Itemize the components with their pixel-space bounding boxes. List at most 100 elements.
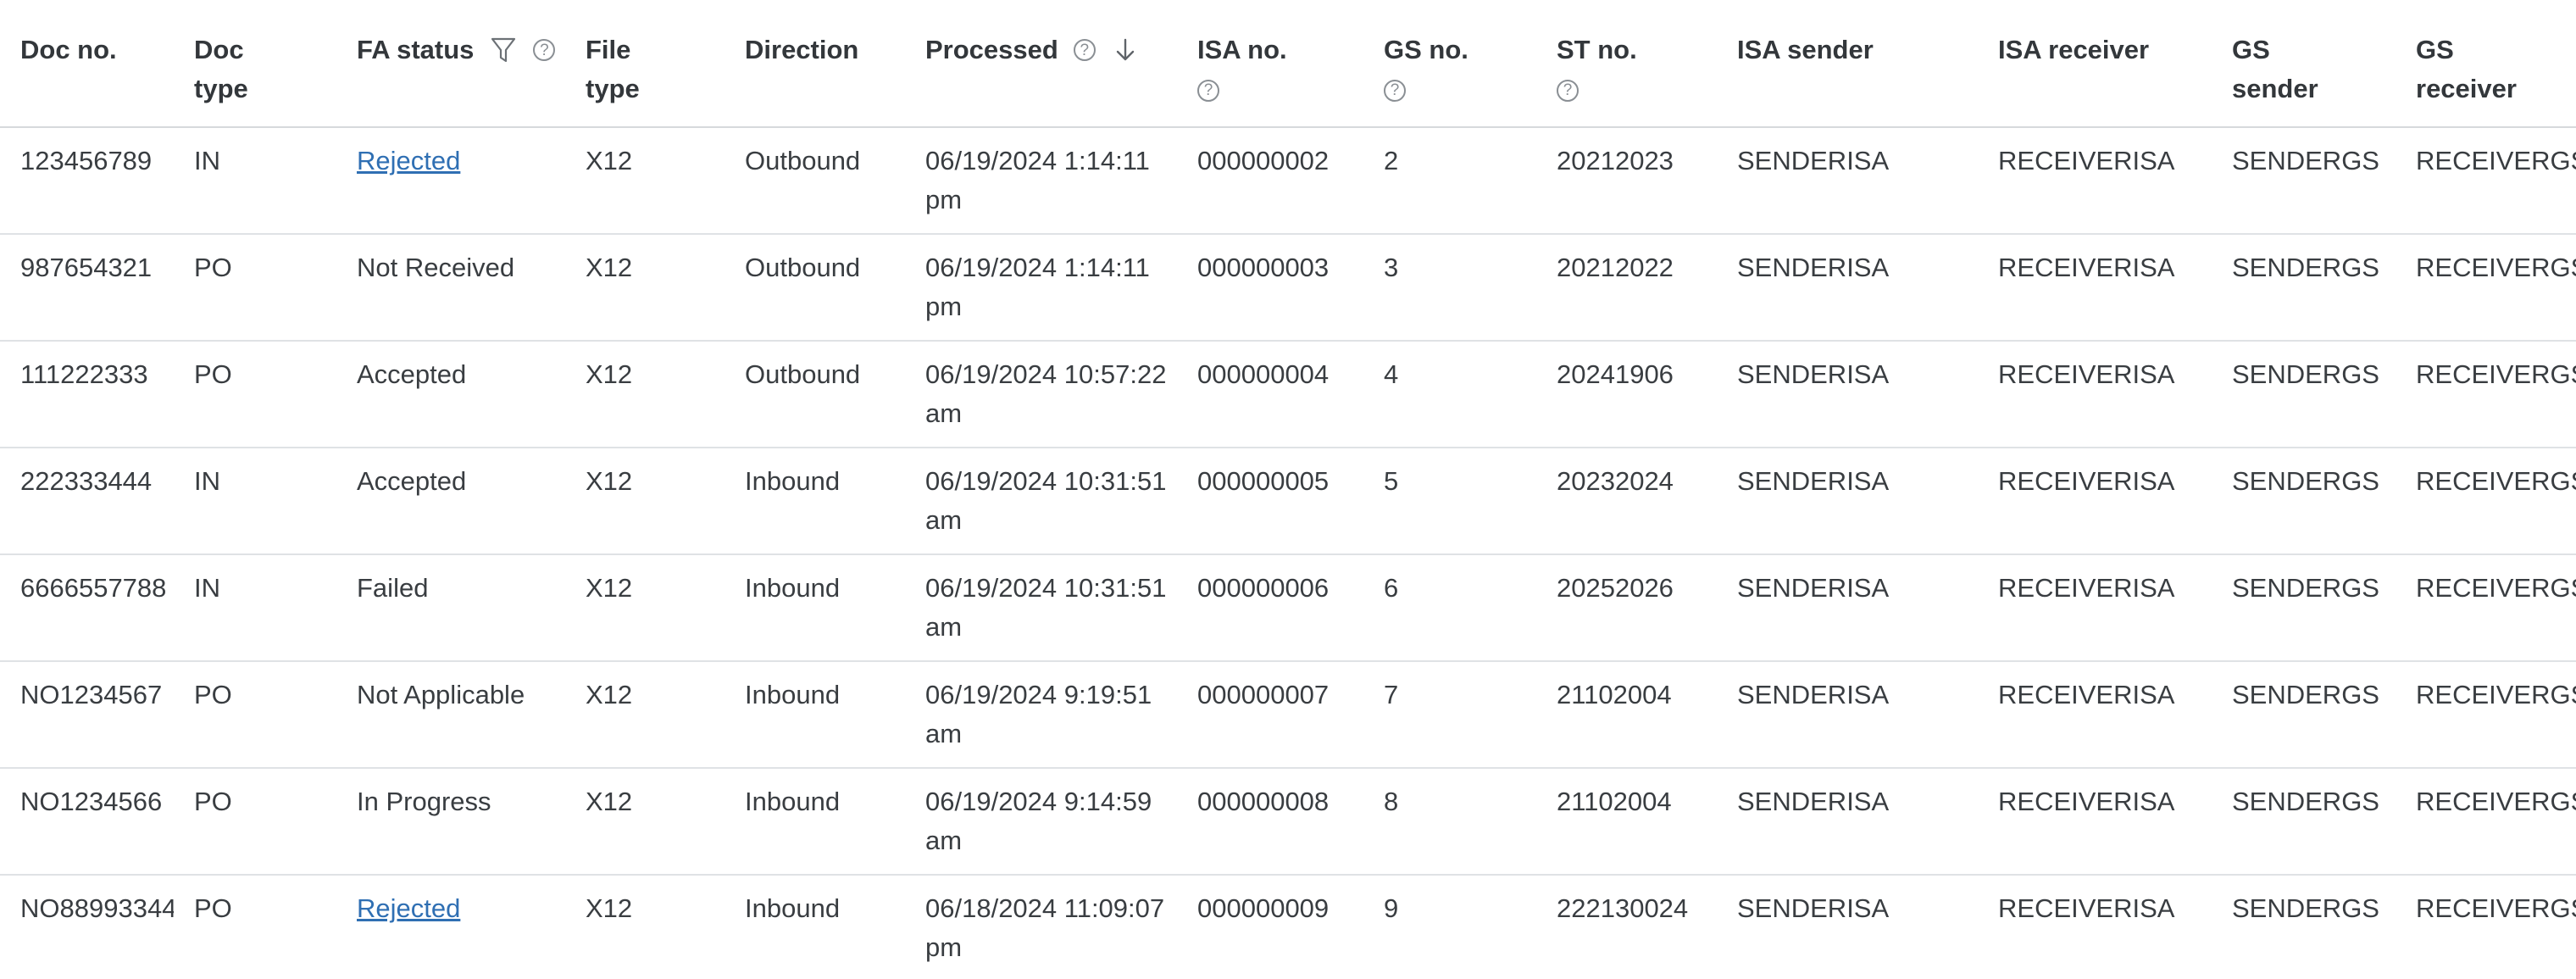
- cell-isa-no: 000000009: [1177, 875, 1363, 979]
- processed-datetime: 06/18/2024 11:09:07: [925, 893, 1165, 923]
- isa-no-help-icon[interactable]: ?: [1197, 79, 1219, 102]
- cell-isa-sender: SENDERISA: [1717, 875, 1978, 979]
- cell-processed: 06/19/2024 10:31:51 am: [905, 448, 1177, 555]
- cell-st-no: 21102004: [1536, 661, 1717, 769]
- table-row[interactable]: 222333444 IN Accepted X12 Inbound 06/19/…: [0, 448, 2576, 555]
- cell-file-type: X12: [565, 341, 724, 448]
- header-file-type-label-2: type: [586, 74, 640, 103]
- table-header: Doc no. Doc type FA status ? File type D…: [0, 0, 2576, 128]
- cell-isa-no: 000000003: [1177, 234, 1363, 342]
- processed-datetime: 06/19/2024 10:31:51: [925, 573, 1167, 603]
- cell-isa-sender: SENDERISA: [1717, 341, 1978, 448]
- processed-meridiem: am: [925, 826, 963, 855]
- cell-processed: 06/19/2024 10:57:22 am: [905, 341, 1177, 448]
- cell-gs-receiver: RECEIVERGS: [2396, 554, 2576, 662]
- table-row[interactable]: 111222333 PO Accepted X12 Outbound 06/19…: [0, 341, 2576, 448]
- cell-st-no: 20232024: [1536, 448, 1717, 555]
- cell-st-no: 20252026: [1536, 554, 1717, 662]
- cell-st-no: 20212022: [1536, 234, 1717, 342]
- cell-doc-no: NO1234566: [0, 768, 174, 876]
- cell-isa-no: 000000008: [1177, 768, 1363, 876]
- cell-gs-sender: SENDERGS: [2212, 127, 2396, 235]
- cell-processed: 06/19/2024 10:31:51 am: [905, 554, 1177, 662]
- cell-direction: Inbound: [724, 448, 905, 555]
- cell-fa-status: Rejected: [336, 875, 565, 979]
- cell-gs-receiver: RECEIVERGS: [2396, 768, 2576, 876]
- table-row[interactable]: 6666557788 IN Failed X12 Inbound 06/19/2…: [0, 554, 2576, 662]
- cell-fa-status: In Progress: [336, 768, 565, 876]
- header-doc-no-label: Doc no.: [20, 35, 117, 64]
- fa-status-link[interactable]: Rejected: [357, 146, 460, 175]
- cell-doc-no: 222333444: [0, 448, 174, 555]
- gs-no-help-icon[interactable]: ?: [1384, 79, 1406, 102]
- processed-datetime: 06/19/2024 9:14:59: [925, 787, 1152, 816]
- cell-gs-receiver: RECEIVERGS: [2396, 234, 2576, 342]
- cell-doc-type: IN: [174, 448, 336, 555]
- cell-direction: Inbound: [724, 554, 905, 662]
- cell-doc-no: 6666557788: [0, 554, 174, 662]
- cell-gs-sender: SENDERGS: [2212, 768, 2396, 876]
- header-st-no-label: ST no.: [1557, 35, 1637, 64]
- fa-status-link[interactable]: Rejected: [357, 893, 460, 923]
- cell-direction: Inbound: [724, 875, 905, 979]
- processed-help-icon[interactable]: ?: [1073, 39, 1096, 61]
- processed-meridiem: pm: [925, 292, 963, 321]
- header-gs-receiver-label-2: receiver: [2416, 74, 2517, 103]
- processed-meridiem: am: [925, 612, 963, 642]
- header-isa-receiver-label: ISA receiver: [1998, 35, 2150, 64]
- header-doc-type-label-1: Doc: [194, 35, 244, 64]
- cell-gs-receiver: RECEIVERGS: [2396, 875, 2576, 979]
- st-no-help-icon[interactable]: ?: [1557, 79, 1579, 102]
- processed-datetime: 06/19/2024 1:14:11: [925, 146, 1150, 175]
- cell-gs-sender: SENDERGS: [2212, 661, 2396, 769]
- header-gs-receiver-label-1: GS: [2416, 35, 2454, 64]
- table-row[interactable]: 123456789 IN Rejected X12 Outbound 06/19…: [0, 127, 2576, 235]
- header-processed[interactable]: Processed ?: [905, 0, 1177, 128]
- cell-file-type: X12: [565, 448, 724, 555]
- cell-direction: Outbound: [724, 234, 905, 342]
- cell-gs-receiver: RECEIVERGS: [2396, 448, 2576, 555]
- fa-status-help-icon[interactable]: ?: [533, 39, 556, 61]
- header-gs-receiver: GS receiver: [2396, 0, 2576, 128]
- arrow-down-icon[interactable]: [1111, 36, 1140, 64]
- cell-st-no: 20212023: [1536, 127, 1717, 235]
- header-isa-receiver: ISA receiver: [1978, 0, 2212, 128]
- cell-gs-no: 7: [1363, 661, 1536, 769]
- cell-doc-type: PO: [174, 661, 336, 769]
- processed-meridiem: pm: [925, 932, 963, 962]
- cell-st-no: 21102004: [1536, 768, 1717, 876]
- cell-isa-receiver: RECEIVERISA: [1978, 341, 2212, 448]
- cell-doc-no: NO1234567: [0, 661, 174, 769]
- cell-file-type: X12: [565, 661, 724, 769]
- cell-processed: 06/18/2024 11:09:07 pm: [905, 875, 1177, 979]
- cell-file-type: X12: [565, 127, 724, 235]
- cell-isa-no: 000000007: [1177, 661, 1363, 769]
- processed-meridiem: am: [925, 505, 963, 535]
- cell-fa-status: Accepted: [336, 448, 565, 555]
- cell-fa-status: Rejected: [336, 127, 565, 235]
- processed-datetime: 06/19/2024 10:57:22: [925, 359, 1167, 389]
- cell-gs-sender: SENDERGS: [2212, 554, 2396, 662]
- table-row[interactable]: NO88993344 PO Rejected X12 Inbound 06/18…: [0, 875, 2576, 979]
- cell-isa-receiver: RECEIVERISA: [1978, 554, 2212, 662]
- header-direction: Direction: [724, 0, 905, 128]
- cell-gs-no: 2: [1363, 127, 1536, 235]
- table-row[interactable]: NO1234567 PO Not Applicable X12 Inbound …: [0, 661, 2576, 769]
- cell-direction: Inbound: [724, 661, 905, 769]
- header-gs-no-label: GS no.: [1384, 35, 1468, 64]
- cell-isa-receiver: RECEIVERISA: [1978, 875, 2212, 979]
- cell-doc-type: PO: [174, 234, 336, 342]
- cell-gs-no: 5: [1363, 448, 1536, 555]
- cell-st-no: 20241906: [1536, 341, 1717, 448]
- filter-icon[interactable]: [489, 36, 518, 64]
- header-doc-no: Doc no.: [0, 0, 174, 128]
- processed-datetime: 06/19/2024 9:19:51: [925, 680, 1152, 709]
- cell-processed: 06/19/2024 1:14:11 pm: [905, 127, 1177, 235]
- header-processed-label[interactable]: Processed: [925, 31, 1058, 70]
- cell-gs-receiver: RECEIVERGS: [2396, 661, 2576, 769]
- cell-doc-type: PO: [174, 875, 336, 979]
- table-row[interactable]: NO1234566 PO In Progress X12 Inbound 06/…: [0, 768, 2576, 876]
- cell-gs-receiver: RECEIVERGS: [2396, 341, 2576, 448]
- table-row[interactable]: 987654321 PO Not Received X12 Outbound 0…: [0, 234, 2576, 342]
- header-gs-sender-label-2: sender: [2232, 74, 2318, 103]
